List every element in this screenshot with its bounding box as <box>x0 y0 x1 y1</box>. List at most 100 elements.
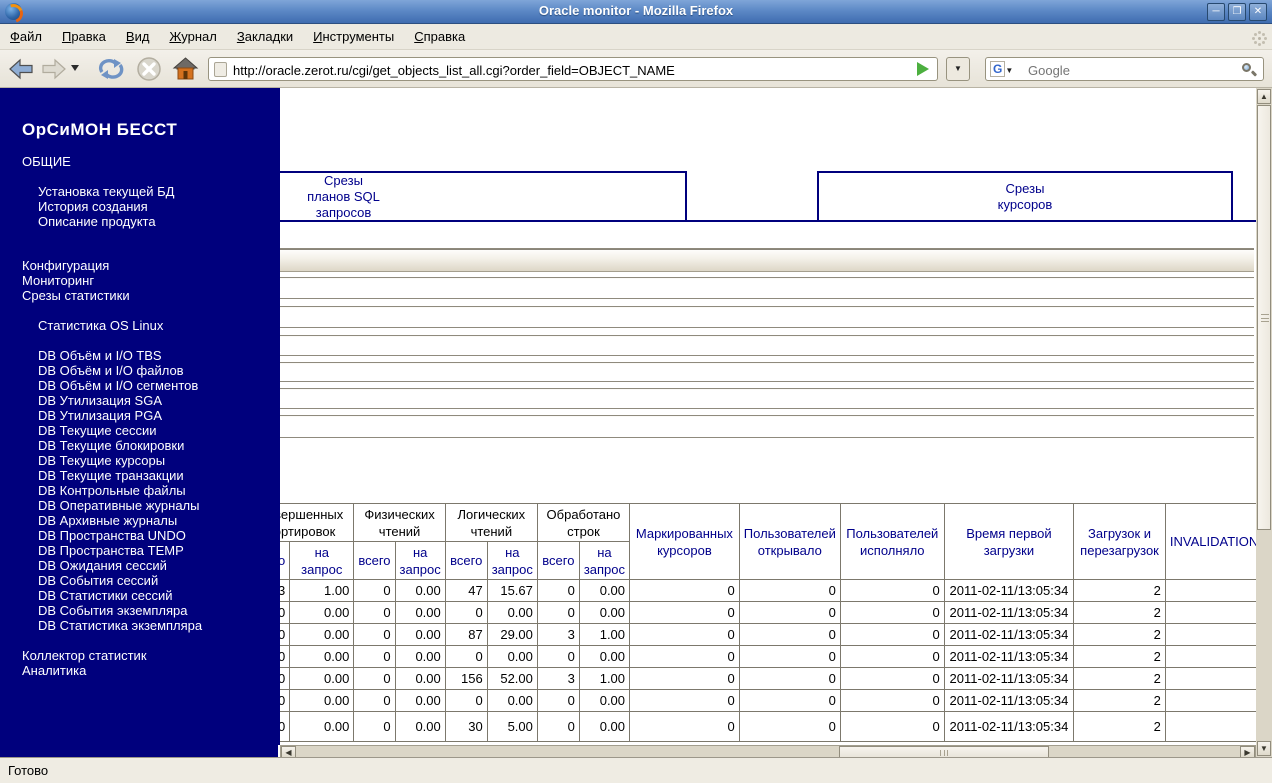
table-cell: 0 <box>738 711 841 742</box>
column-subheader-link[interactable]: на запрос <box>394 541 446 580</box>
vertical-scrollbar[interactable]: ▲ ▼ <box>1256 88 1272 757</box>
history-dropdown-icon[interactable] <box>70 64 80 72</box>
column-subheader-link[interactable]: на запрос <box>578 541 631 580</box>
close-button[interactable]: ✕ <box>1249 3 1267 21</box>
scroll-down-icon[interactable]: ▼ <box>1257 741 1271 756</box>
go-button[interactable] <box>917 62 929 76</box>
url-dropdown-button[interactable]: ▼ <box>946 57 970 81</box>
sidebar-link[interactable]: DB Утилизация PGA <box>38 408 202 423</box>
table-cell: 0.00 <box>394 645 446 668</box>
table-cell: 0.00 <box>578 601 631 624</box>
table-cell: 0 <box>444 689 488 712</box>
sidebar-link[interactable]: Описание продукта <box>38 214 174 229</box>
scroll-left-icon[interactable]: ◀ <box>281 746 296 757</box>
table-cell: 0.00 <box>394 579 446 602</box>
table-cell: 15.67 <box>486 579 538 602</box>
sidebar-link[interactable]: DB События сессий <box>38 573 202 588</box>
url-bar[interactable] <box>208 57 938 81</box>
sidebar-link[interactable]: DB Текущие блокировки <box>38 438 202 453</box>
sidebar-link[interactable]: Статистика OS Linux <box>38 318 163 333</box>
sidebar-link[interactable]: DB Контрольные файлы <box>38 483 202 498</box>
scroll-right-icon[interactable]: ▶ <box>1240 746 1255 757</box>
vertical-scrollbar-thumb[interactable] <box>1257 105 1271 530</box>
sidebar-link[interactable]: DB Объём и I/O TBS <box>38 348 202 363</box>
search-bar[interactable]: G ▼ <box>985 57 1264 81</box>
table-cell: 0.00 <box>394 689 446 712</box>
column-header-link[interactable]: Пользователей исполняло <box>839 503 945 580</box>
firefox-window: Oracle monitor - Mozilla Firefox ─ ❐ ✕ Ф… <box>0 0 1272 783</box>
menu-item-0[interactable]: Файл <box>0 25 52 50</box>
table-cell: 0.00 <box>578 711 631 742</box>
menu-item-6[interactable]: Справка <box>404 25 475 50</box>
menu-item-3[interactable]: Журнал <box>159 25 226 50</box>
table-row: 0 0.00 0 0.00 0 0.00 0 0.00 0 0 0 2011-02-11/13:05:… <box>247 645 1272 668</box>
menu-item-5[interactable]: Инструменты <box>303 25 404 50</box>
sidebar-link[interactable]: Аналитика <box>22 663 147 678</box>
sidebar-link[interactable]: DB Пространства TEMP <box>38 543 202 558</box>
navigation-toolbar: ▼ G▼ <box>0 50 1272 88</box>
search-input[interactable] <box>1028 62 1228 78</box>
menu-item-4[interactable]: Закладки <box>227 25 303 50</box>
titlebar[interactable]: Oracle monitor - Mozilla Firefox ─ ❐ ✕ <box>0 0 1272 24</box>
sidebar-link[interactable]: DB Текущие сессии <box>38 423 202 438</box>
sidebar-link[interactable]: Срезы статистики <box>22 288 130 303</box>
horizontal-scrollbar-thumb[interactable] <box>839 746 1049 757</box>
column-subheader-link[interactable]: всего <box>536 541 580 580</box>
column-header-link[interactable]: Загрузок и перезагрузок <box>1073 503 1166 580</box>
sidebar-link[interactable]: DB Утилизация SGA <box>38 393 202 408</box>
sidebar-link[interactable]: DB Пространства UNDO <box>38 528 202 543</box>
column-header-link[interactable]: Маркированных курсоров <box>629 503 740 580</box>
sidebar-link[interactable]: DB Ожидания сессий <box>38 558 202 573</box>
table-cell: 2 <box>1073 667 1166 690</box>
home-button[interactable] <box>172 56 199 82</box>
sidebar-link[interactable]: DB Статистика экземпляра <box>38 618 202 633</box>
forward-button[interactable] <box>40 56 67 82</box>
search-engine-icon[interactable]: G ▼ <box>990 61 1020 77</box>
reload-button[interactable] <box>96 56 126 82</box>
sidebar-link[interactable]: История создания <box>38 199 174 214</box>
stop-button[interactable] <box>136 56 162 82</box>
tab-cursor-snapshots[interactable]: Срезы курсоров <box>817 171 1233 222</box>
table-cell: 0.00 <box>394 711 446 742</box>
page-viewport: Срезы планов SQL запросов Срезы курсоров… <box>0 88 1272 757</box>
table-cell: 1.00 <box>578 667 631 690</box>
table-cell: 0.00 <box>289 667 355 690</box>
minimize-button[interactable]: ─ <box>1207 3 1225 21</box>
sidebar-link[interactable]: DB Оперативные журналы <box>38 498 202 513</box>
url-input[interactable] <box>233 62 883 78</box>
scroll-up-icon[interactable]: ▲ <box>1257 89 1271 104</box>
menu-item-2[interactable]: Вид <box>116 25 160 50</box>
table-cell: 0 <box>839 689 945 712</box>
sidebar-link[interactable]: DB Текущие транзакции <box>38 468 202 483</box>
table-cell: 0 <box>839 711 945 742</box>
column-subheader-link[interactable]: всего <box>444 541 488 580</box>
maximize-button[interactable]: ❐ <box>1228 3 1246 21</box>
menu-item-1[interactable]: Правка <box>52 25 116 50</box>
sidebar-link[interactable]: DB Текущие курсоры <box>38 453 202 468</box>
sidebar-link[interactable]: Мониторинг <box>22 273 130 288</box>
column-subheader-link[interactable]: всего <box>353 541 396 580</box>
sidebar-link[interactable]: DB События экземпляра <box>38 603 202 618</box>
sidebar-link[interactable]: Коллектор статистик <box>22 648 147 663</box>
column-header-link[interactable]: Пользователей открывало <box>738 503 841 580</box>
table-cell: 0.00 <box>289 645 355 668</box>
table-cell: 0 <box>738 689 841 712</box>
column-header-link[interactable]: Время первой загрузки <box>943 503 1075 580</box>
sidebar-link[interactable]: Конфигурация <box>22 258 130 273</box>
column-subheader-link[interactable]: на запрос <box>486 541 538 580</box>
sidebar-link[interactable]: Установка текущей БД <box>38 184 174 199</box>
sidebar-link[interactable]: DB Объём и I/O сегментов <box>38 378 202 393</box>
sidebar-link[interactable]: DB Статистики сессий <box>38 588 202 603</box>
table-cell: 0.00 <box>289 623 355 646</box>
sidebar-link[interactable]: DB Архивные журналы <box>38 513 202 528</box>
table-cell: 0 <box>839 579 945 602</box>
table-row: 0 0.00 0 0.00 0 0.00 0 0.00 0 0 0 2011-02-11/13:05:… <box>247 601 1272 624</box>
sidebar-link[interactable]: DB Объём и I/O файлов <box>38 363 202 378</box>
window-title: Oracle monitor - Mozilla Firefox <box>538 3 734 18</box>
back-button[interactable] <box>8 56 35 82</box>
table-cell: 2011-02-11/13:05:34 <box>943 623 1075 646</box>
horizontal-scrollbar[interactable]: ◀ ▶ <box>280 745 1256 757</box>
search-icon[interactable] <box>1241 62 1258 78</box>
column-subheader-link[interactable]: на запрос <box>289 541 355 580</box>
table-cell: 87 <box>444 623 488 646</box>
